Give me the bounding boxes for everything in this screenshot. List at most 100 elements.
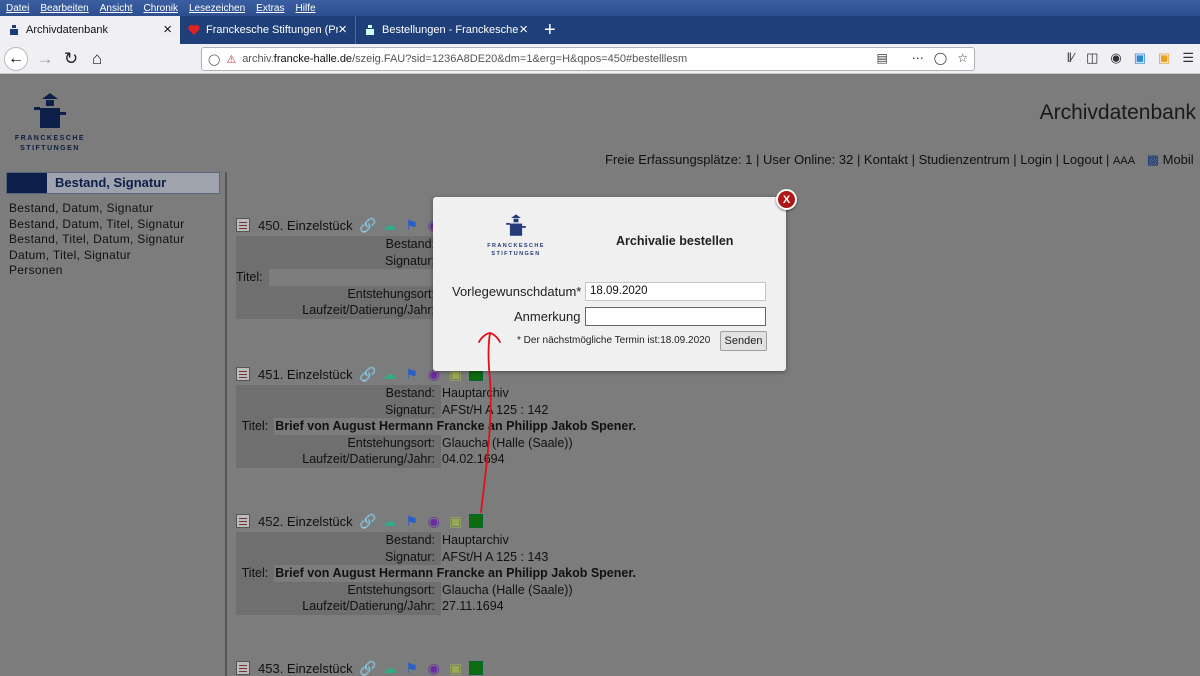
sidebar-heading: Bestand, Signatur: [55, 175, 167, 190]
record-tools: 🔗 ☁ ⚑ ◉ ▣: [359, 660, 483, 676]
sidebar-active-item[interactable]: Bestand, Signatur: [6, 172, 220, 194]
menu-chronik[interactable]: Chronik: [144, 3, 178, 14]
new-tab-button[interactable]: +: [536, 16, 556, 44]
info-icon[interactable]: ◉: [425, 513, 443, 529]
address-bar[interactable]: ◯ ⚠ archiv. francke-halle.de/szeig.FAU?si…: [201, 47, 975, 71]
pocket-icon[interactable]: ◯: [934, 51, 947, 65]
top-links-text[interactable]: Freie Erfassungsplätze: 1 | User Online:…: [605, 152, 1113, 167]
sidebar-links: Bestand, Datum, Signatur Bestand, Datum,…: [9, 201, 184, 279]
field-label: Entstehungsort:: [236, 434, 441, 451]
insecure-lock-icon[interactable]: ⚠: [226, 53, 236, 66]
comment-icon[interactable]: ☁: [381, 513, 399, 529]
site-logo[interactable]: FRANCKESCHE STIFTUNGEN: [8, 93, 92, 154]
comment-icon[interactable]: ☁: [381, 217, 399, 233]
flag-icon[interactable]: ⚑: [403, 660, 421, 676]
forward-button[interactable]: →: [32, 46, 58, 72]
url-actions: ▤ ⋯ ◯ ☆: [876, 51, 968, 65]
flag-icon[interactable]: ⚑: [403, 366, 421, 382]
tab-bestellungen[interactable]: Bestellungen - Franckesche Stiftu ×: [356, 16, 536, 44]
dialog-close-button[interactable]: X: [776, 189, 797, 210]
sidebar-icon[interactable]: ◫: [1086, 50, 1098, 66]
field-label: Signatur:: [236, 401, 441, 418]
back-button[interactable]: ←: [4, 46, 28, 71]
menu-lesezeichen[interactable]: Lesezeichen: [189, 3, 245, 14]
flag-icon[interactable]: ⚑: [403, 513, 421, 529]
library-icon[interactable]: ‖⁄: [1067, 50, 1075, 66]
field-label: Signatur:: [236, 548, 441, 565]
record-451: 451. Einzelstück 🔗 ☁ ⚑ ◉ ▣ Bestand: Haupt…: [236, 365, 636, 468]
more-actions-icon[interactable]: ⋯: [912, 51, 924, 65]
link-icon[interactable]: 🔗: [359, 217, 377, 233]
comment-icon[interactable]: ☁: [381, 660, 399, 676]
bookmark-star-icon[interactable]: ☆: [957, 51, 968, 65]
field-value: AFSt/H A 125 : 142: [442, 402, 549, 417]
record-number: 452. Einzelstück: [258, 513, 353, 529]
send-button[interactable]: Senden: [720, 331, 767, 351]
record-details-icon[interactable]: [236, 218, 250, 232]
sidebar-item[interactable]: Bestand, Datum, Titel, Signatur: [9, 217, 184, 233]
link-icon[interactable]: 🔗: [359, 366, 377, 382]
cart-icon[interactable]: ▣: [447, 660, 465, 676]
menu-datei[interactable]: Datei: [6, 3, 29, 14]
record-tools: 🔗 ☁ ⚑ ◉ ▣: [359, 513, 483, 529]
order-button[interactable]: [468, 514, 483, 528]
dialog-title: Archivalie bestellen: [616, 234, 734, 248]
sidebar-item[interactable]: Personen: [9, 263, 184, 279]
logo-line-2: STIFTUNGEN: [20, 145, 80, 152]
record-number: 451. Einzelstück: [258, 366, 353, 382]
close-icon[interactable]: ×: [338, 22, 347, 37]
logo-line-2: STIFTUNGEN: [491, 251, 541, 257]
url-path: /szeig.FAU?sid=1236A8DE20&dm=1&erg=H&qpo…: [352, 53, 688, 65]
field-value: Brief von August Hermann Francke an Phil…: [275, 419, 636, 433]
mobile-icon[interactable]: ▩: [1147, 152, 1159, 167]
tab-franckesche-stiftungen[interactable]: Franckesche Stiftungen (Producti ×: [180, 16, 356, 44]
sidebar-item[interactable]: Bestand, Datum, Signatur: [9, 201, 184, 217]
menu-icon[interactable]: ☰: [1182, 50, 1194, 66]
menu-extras[interactable]: Extras: [256, 3, 284, 14]
extension-icon[interactable]: ▣: [1134, 50, 1146, 66]
close-icon[interactable]: ×: [163, 22, 172, 37]
tab-strip: Archivdatenbank × Franckesche Stiftungen…: [0, 16, 1200, 44]
info-icon[interactable]: ◉: [425, 660, 443, 676]
extension-icon[interactable]: ▣: [1158, 50, 1170, 66]
mobil-link[interactable]: Mobil: [1163, 152, 1194, 167]
sidebar-item[interactable]: Datum, Titel, Signatur: [9, 248, 184, 264]
link-icon[interactable]: 🔗: [359, 660, 377, 676]
record-details-icon[interactable]: [236, 661, 250, 675]
record-number: 450. Einzelstück: [258, 217, 353, 233]
reader-view-icon[interactable]: ▤: [876, 51, 887, 65]
order-dialog: FRANCKESCHE STIFTUNGEN Archivalie bestel…: [433, 197, 786, 371]
comment-icon[interactable]: ☁: [381, 366, 399, 382]
field-value: Brief von August Hermann Francke an Phil…: [275, 566, 636, 580]
dialog-logo: FRANCKESCHE STIFTUNGEN: [481, 213, 551, 258]
record-tools: 🔗 ☁ ⚑ ◉: [359, 217, 443, 233]
record-details-icon[interactable]: [236, 514, 250, 528]
reload-button[interactable]: ↻: [58, 46, 84, 72]
date-input[interactable]: 18.09.2020: [585, 282, 766, 301]
flag-icon[interactable]: ⚑: [403, 217, 421, 233]
order-button[interactable]: [468, 661, 483, 675]
page-content: FRANCKESCHE STIFTUNGEN Archivdatenbank F…: [0, 75, 1200, 676]
field-label: Titel:: [236, 269, 269, 286]
url-prefix: archiv.: [242, 53, 274, 65]
menu-ansicht[interactable]: Ansicht: [100, 3, 133, 14]
record-header: 452. Einzelstück 🔗 ☁ ⚑ ◉ ▣: [236, 512, 636, 530]
menu-bearbeiten[interactable]: Bearbeiten: [40, 3, 88, 14]
home-button[interactable]: ⌂: [84, 46, 110, 72]
note-input[interactable]: [585, 307, 766, 326]
cart-icon[interactable]: ▣: [447, 513, 465, 529]
sidebar-marker: [7, 173, 47, 193]
menu-bar: Datei Bearbeiten Ansicht Chronik Lesezei…: [0, 0, 1200, 16]
link-icon[interactable]: 🔗: [359, 513, 377, 529]
shield-icon[interactable]: ◯: [208, 53, 220, 66]
account-icon[interactable]: ◉: [1110, 50, 1121, 66]
close-icon[interactable]: ×: [519, 22, 528, 37]
sidebar-item[interactable]: Bestand, Titel, Datum, Signatur: [9, 232, 184, 248]
field-label: Titel:: [236, 565, 275, 582]
record-details-icon[interactable]: [236, 367, 250, 381]
tab-archivdatenbank[interactable]: Archivdatenbank ×: [0, 16, 180, 44]
field-label: Bestand:: [236, 385, 441, 402]
menu-hilfe[interactable]: Hilfe: [296, 3, 316, 14]
font-size-toggle[interactable]: AAA: [1113, 155, 1135, 167]
tab-label: Bestellungen - Franckesche Stiftu: [382, 24, 519, 36]
